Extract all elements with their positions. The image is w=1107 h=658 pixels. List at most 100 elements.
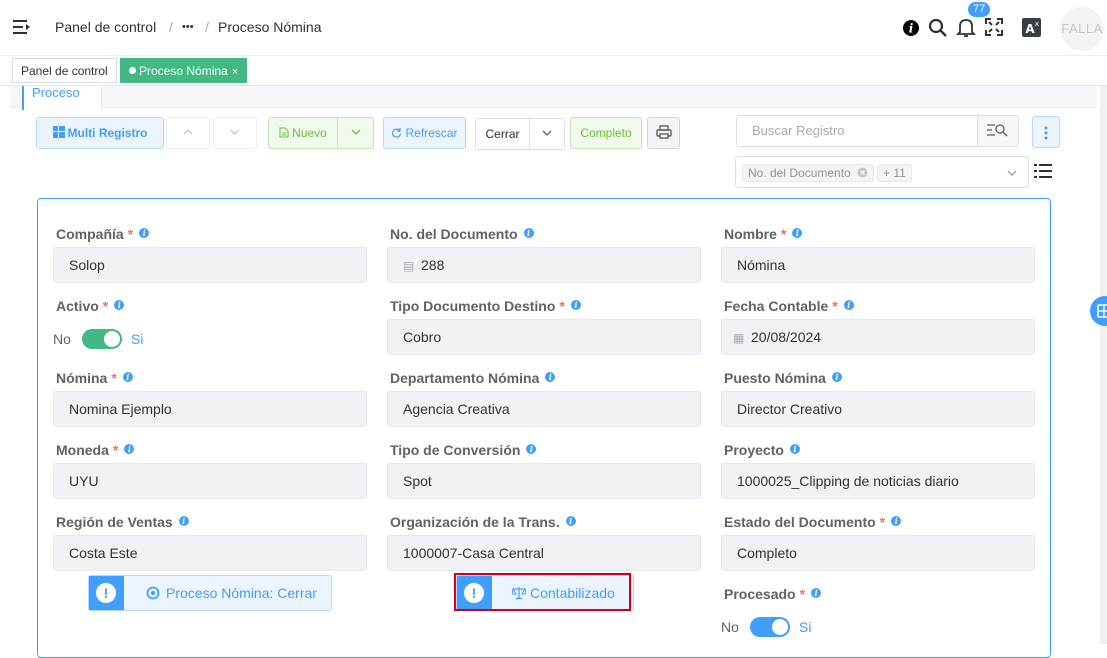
field-departamento[interactable]: Agencia Creativa (387, 391, 701, 427)
nuevo-button[interactable]: Nuevo (268, 117, 338, 149)
print-button[interactable] (647, 117, 680, 149)
search-input[interactable]: Buscar Registro (736, 115, 978, 147)
document-icon (279, 127, 289, 138)
field-moneda[interactable]: UYU (53, 463, 367, 499)
svg-text:x: x (1035, 20, 1039, 28)
tag-label: Panel de control (21, 64, 108, 78)
chevron-down-icon (230, 129, 240, 135)
label-nomina: Nómina * i (56, 370, 133, 386)
info-icon[interactable]: i (523, 228, 534, 238)
info-icon[interactable]: i (811, 588, 822, 598)
info-icon[interactable]: i (570, 300, 581, 310)
multi-registro-button[interactable]: Multi Registro (36, 117, 164, 149)
breadcrumb-ellipsis[interactable]: ••• (182, 21, 194, 33)
refresh-icon (392, 128, 402, 138)
info-icon[interactable]: i (901, 16, 921, 38)
switch-knob (772, 619, 788, 635)
menu-fold-icon[interactable] (13, 19, 31, 35)
field-organizacion[interactable]: 1000007-Casa Central (387, 535, 701, 571)
next-record-button[interactable] (213, 117, 257, 149)
fullscreen-icon[interactable] (984, 16, 1004, 38)
info-icon[interactable]: i (843, 300, 854, 310)
field-region[interactable]: Costa Este (53, 535, 367, 571)
exclamation-icon: ! (464, 583, 484, 603)
balance-scale-icon (512, 587, 526, 600)
field-tipo-doc-destino[interactable]: Cobro (387, 319, 701, 355)
notification-badge: 77 (968, 2, 991, 17)
breadcrumb-current: Proceso Nómina (218, 19, 322, 35)
search-list-icon (987, 124, 1008, 137)
grid-icon (1097, 304, 1107, 318)
tab-proceso[interactable]: Proceso (22, 86, 102, 110)
search-fields-select[interactable]: No. del Documento + 11 (735, 156, 1029, 188)
info-icon[interactable]: i (891, 516, 902, 526)
label-moneda: Moneda * i (56, 442, 135, 458)
top-navbar: Panel de control / ••• / Proceso Nómina … (0, 0, 1107, 56)
field-tipo-conversion[interactable]: Spot (387, 463, 701, 499)
field-value: 288 (421, 257, 445, 273)
language-icon[interactable]: A x (1021, 16, 1043, 38)
activo-switch[interactable] (82, 329, 122, 349)
nuevo-label: Nuevo (292, 126, 327, 140)
tag-label: Proceso Nómina (139, 64, 228, 78)
tag-proceso-nomina[interactable]: Proceso Nómina × (120, 58, 248, 83)
alert-badge: ! (89, 576, 124, 610)
search-button[interactable] (977, 115, 1019, 147)
label-tipo-conversion: Tipo de Conversión i (390, 442, 537, 458)
proceso-nomina-cerrar-button[interactable]: ! Proceso Nómina: Cerrar (88, 575, 332, 611)
svg-text:A: A (1025, 22, 1035, 36)
close-circle-icon[interactable] (857, 167, 868, 178)
grid-icon (52, 126, 65, 138)
procesado-switch[interactable] (750, 617, 790, 637)
cerrar-button[interactable]: Cerrar (475, 118, 530, 150)
chip-no-documento[interactable]: No. del Documento (742, 164, 875, 182)
more-options-button[interactable] (1032, 116, 1060, 148)
info-icon[interactable]: i (178, 516, 189, 526)
info-icon[interactable]: i (545, 372, 556, 382)
refrescar-button[interactable]: Refrescar (383, 117, 466, 149)
field-nombre[interactable]: Nómina (721, 247, 1035, 283)
breadcrumb-home[interactable]: Panel de control (55, 19, 156, 35)
tags-view-bar: Panel de control Proceso Nómina × (0, 56, 1107, 86)
contabilizado-button[interactable]: ! Contabilizado (456, 575, 634, 611)
chevron-up-icon (183, 129, 193, 135)
previous-record-button[interactable] (166, 117, 210, 149)
search-icon[interactable] (928, 16, 948, 38)
scrollbar[interactable] (1100, 86, 1107, 644)
kebab-icon (1044, 126, 1048, 140)
proceso-nomina-cerrar-label: Proceso Nómina: Cerrar (166, 585, 317, 601)
completo-label: Completo (580, 126, 632, 140)
info-icon[interactable]: i (139, 228, 150, 238)
bell-icon[interactable] (956, 16, 976, 38)
info-icon[interactable]: i (789, 444, 800, 454)
field-compania[interactable]: Solop (53, 247, 367, 283)
close-icon[interactable]: × (232, 66, 238, 78)
cerrar-dropdown-button[interactable] (529, 118, 565, 150)
info-icon[interactable]: i (122, 372, 133, 382)
field-nomina[interactable]: Nomina Ejemplo (53, 391, 367, 427)
list-icon[interactable] (1034, 162, 1052, 180)
field-puesto[interactable]: Director Creativo (721, 391, 1035, 427)
field-fecha-contable[interactable]: ▦ 20/08/2024 (721, 319, 1035, 355)
nuevo-dropdown-button[interactable] (337, 117, 374, 149)
user-avatar[interactable]: FALLA (1060, 7, 1104, 51)
label-activo: Activo * i (56, 298, 125, 314)
tag-panel-de-control[interactable]: Panel de control (12, 58, 117, 83)
info-icon[interactable]: i (124, 444, 135, 454)
alert-badge: ! (457, 576, 492, 610)
field-proyecto[interactable]: 1000025_Clipping de noticias diario (721, 463, 1035, 499)
info-icon[interactable]: i (565, 516, 576, 526)
field-no-documento[interactable]: ▤ 288 (387, 247, 701, 283)
active-dot-icon (129, 67, 136, 74)
info-icon[interactable]: i (526, 444, 537, 454)
label-procesado: Procesado * i (724, 586, 822, 602)
info-icon[interactable]: i (831, 372, 842, 382)
calendar-icon: ▦ (733, 331, 745, 345)
info-icon[interactable]: i (792, 228, 803, 238)
info-icon[interactable]: i (114, 300, 125, 310)
side-panel-toggle-button[interactable] (1090, 296, 1107, 326)
chip-label: No. del Documento (748, 166, 851, 180)
chevron-down-icon (1007, 170, 1017, 176)
field-estado[interactable]: Completo (721, 535, 1035, 571)
completo-button[interactable]: Completo (570, 117, 642, 149)
